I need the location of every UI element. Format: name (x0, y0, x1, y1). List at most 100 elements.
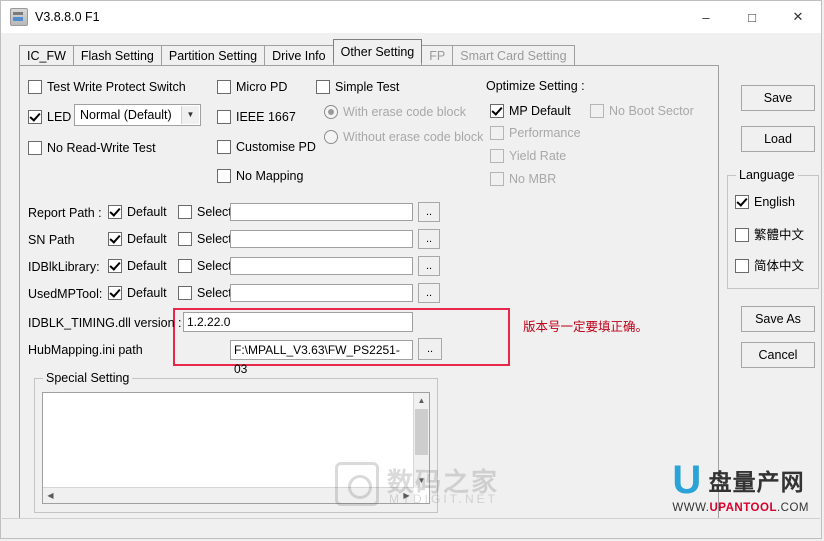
checkbox-box (108, 286, 122, 300)
usedmptool-browse-button[interactable]: .. (418, 283, 440, 303)
checkbox-performance[interactable]: Performance (490, 126, 581, 140)
watermark-url-main: UPANTOOL (709, 502, 777, 514)
checkbox-no-boot-sector[interactable]: No Boot Sector (590, 104, 694, 118)
led-mode-select[interactable]: Normal (Default) ▼ (74, 104, 201, 126)
sn-path-default-checkbox[interactable]: Default (108, 232, 167, 246)
checkbox-yield-rate[interactable]: Yield Rate (490, 149, 566, 163)
checkbox-customise-pd[interactable]: Customise PD (217, 140, 316, 154)
checkbox-label: 简体中文 (754, 259, 805, 273)
cancel-button[interactable]: Cancel (741, 342, 815, 368)
checkbox-label: Select (197, 286, 232, 300)
checkbox-simple-test[interactable]: Simple Test (316, 80, 399, 94)
checkbox-mp-default[interactable]: MP Default (490, 104, 571, 118)
checkbox-ieee-1667[interactable]: IEEE 1667 (217, 110, 296, 124)
usedmptool-default-checkbox[interactable]: Default (108, 286, 167, 300)
usedmptool-label: UsedMPTool: (28, 287, 103, 301)
checkbox-test-write-protect-switch[interactable]: Test Write Protect Switch (28, 80, 186, 94)
title-bar: V3.8.8.0 F1 – □ ✕ (1, 1, 821, 34)
scroll-down-icon[interactable]: ▼ (414, 473, 429, 488)
language-traditional-chinese-checkbox[interactable]: 繁體中文 (735, 228, 804, 242)
radio-label: With erase code block (343, 105, 466, 119)
watermark-url-suffix: .COM (776, 502, 809, 514)
load-button[interactable]: Load (741, 126, 815, 152)
scroll-thumb[interactable] (415, 409, 428, 455)
special-setting-textarea[interactable]: ▲ ▼ ◀ ▶ (42, 392, 430, 504)
close-icon[interactable]: ✕ (775, 1, 821, 33)
checkbox-box (28, 80, 42, 94)
language-english-checkbox[interactable]: English (735, 195, 795, 209)
minimize-icon[interactable]: – (683, 1, 729, 33)
tab-partition-setting[interactable]: Partition Setting (160, 45, 266, 66)
checkbox-micro-pd[interactable]: Micro PD (217, 80, 287, 94)
tab-smart-card-setting[interactable]: Smart Card Setting (452, 45, 575, 66)
hubmapping-ini-input[interactable]: F:\MPALL_V3.63\FW_PS2251-03 (230, 340, 413, 376)
checkbox-led[interactable]: LED (28, 110, 71, 124)
language-simplified-chinese-checkbox[interactable]: 简体中文 (735, 259, 804, 273)
report-path-input[interactable] (230, 203, 413, 221)
idblklibrary-select-checkbox[interactable]: Select (178, 259, 232, 273)
horizontal-scrollbar[interactable]: ◀ ▶ (43, 487, 414, 503)
watermark-brand-letter: U (672, 458, 702, 502)
report-path-select-checkbox[interactable]: Select (178, 205, 232, 219)
tab-fp[interactable]: FP (421, 45, 454, 66)
idblk-timing-version-input[interactable]: 1.2.22.0 (183, 312, 413, 332)
app-window: V3.8.8.0 F1 – □ ✕ IC_FW Flash Setting Pa… (0, 0, 822, 539)
status-bar (2, 518, 820, 537)
checkbox-no-mapping[interactable]: No Mapping (217, 169, 303, 183)
checkbox-label: Default (127, 259, 167, 273)
vertical-scrollbar[interactable]: ▲ ▼ (413, 393, 429, 488)
checkbox-box (178, 259, 192, 273)
checkbox-box (178, 232, 192, 246)
checkbox-box (108, 259, 122, 273)
checkbox-label: No Read-Write Test (47, 141, 156, 155)
checkbox-label: Yield Rate (509, 149, 567, 163)
radio-with-erase-code-block[interactable]: With erase code block (324, 105, 466, 119)
scroll-right-icon[interactable]: ▶ (399, 488, 414, 503)
usedmptool-select-checkbox[interactable]: Select (178, 286, 232, 300)
chevron-down-icon[interactable]: ▼ (181, 106, 199, 124)
sn-path-label: SN Path (28, 233, 75, 247)
checkbox-label: Customise PD (236, 140, 316, 154)
checkbox-label: English (754, 195, 795, 209)
idblklibrary-default-checkbox[interactable]: Default (108, 259, 167, 273)
tab-flash-setting[interactable]: Flash Setting (72, 45, 162, 66)
app-icon (10, 8, 28, 26)
sn-path-select-checkbox[interactable]: Select (178, 232, 232, 246)
checkbox-box (316, 80, 330, 94)
tab-drive-info[interactable]: Drive Info (264, 45, 334, 66)
tab-ic-fw[interactable]: IC_FW (19, 45, 74, 66)
checkbox-box (490, 149, 504, 163)
idblklibrary-browse-button[interactable]: .. (418, 256, 440, 276)
checkbox-no-read-write-test[interactable]: No Read-Write Test (28, 141, 156, 155)
checkbox-label: Default (127, 286, 167, 300)
special-setting-title: Special Setting (43, 371, 133, 385)
checkbox-box (735, 228, 749, 242)
checkbox-label: No MBR (509, 172, 557, 186)
maximize-icon[interactable]: □ (729, 1, 775, 33)
radio-without-erase-code-block[interactable]: Without erase code block (324, 130, 483, 144)
checkbox-label: Select (197, 205, 232, 219)
idblklibrary-input[interactable] (230, 257, 413, 275)
checkbox-box (178, 286, 192, 300)
other-setting-panel: Test Write Protect Switch LED Normal (De… (19, 65, 719, 520)
save-as-button[interactable]: Save As (741, 306, 815, 332)
checkbox-box (735, 195, 749, 209)
checkbox-label: Default (127, 205, 167, 219)
checkbox-box (217, 140, 231, 154)
report-path-browse-button[interactable]: .. (418, 202, 440, 222)
scroll-left-icon[interactable]: ◀ (43, 488, 58, 503)
hubmapping-browse-button[interactable]: .. (418, 338, 442, 360)
checkbox-label: Default (127, 232, 167, 246)
checkbox-no-mbr[interactable]: No MBR (490, 172, 556, 186)
save-button[interactable]: Save (741, 85, 815, 111)
usedmptool-input[interactable] (230, 284, 413, 302)
sn-path-input[interactable] (230, 230, 413, 248)
watermark-url-prefix: WWW. (672, 502, 710, 514)
scroll-up-icon[interactable]: ▲ (414, 393, 429, 408)
sn-path-browse-button[interactable]: .. (418, 229, 440, 249)
report-path-default-checkbox[interactable]: Default (108, 205, 167, 219)
radio-circle (324, 130, 338, 144)
tab-other-setting[interactable]: Other Setting (332, 39, 423, 63)
report-path-label: Report Path : (28, 206, 102, 220)
radio-circle (324, 105, 338, 119)
